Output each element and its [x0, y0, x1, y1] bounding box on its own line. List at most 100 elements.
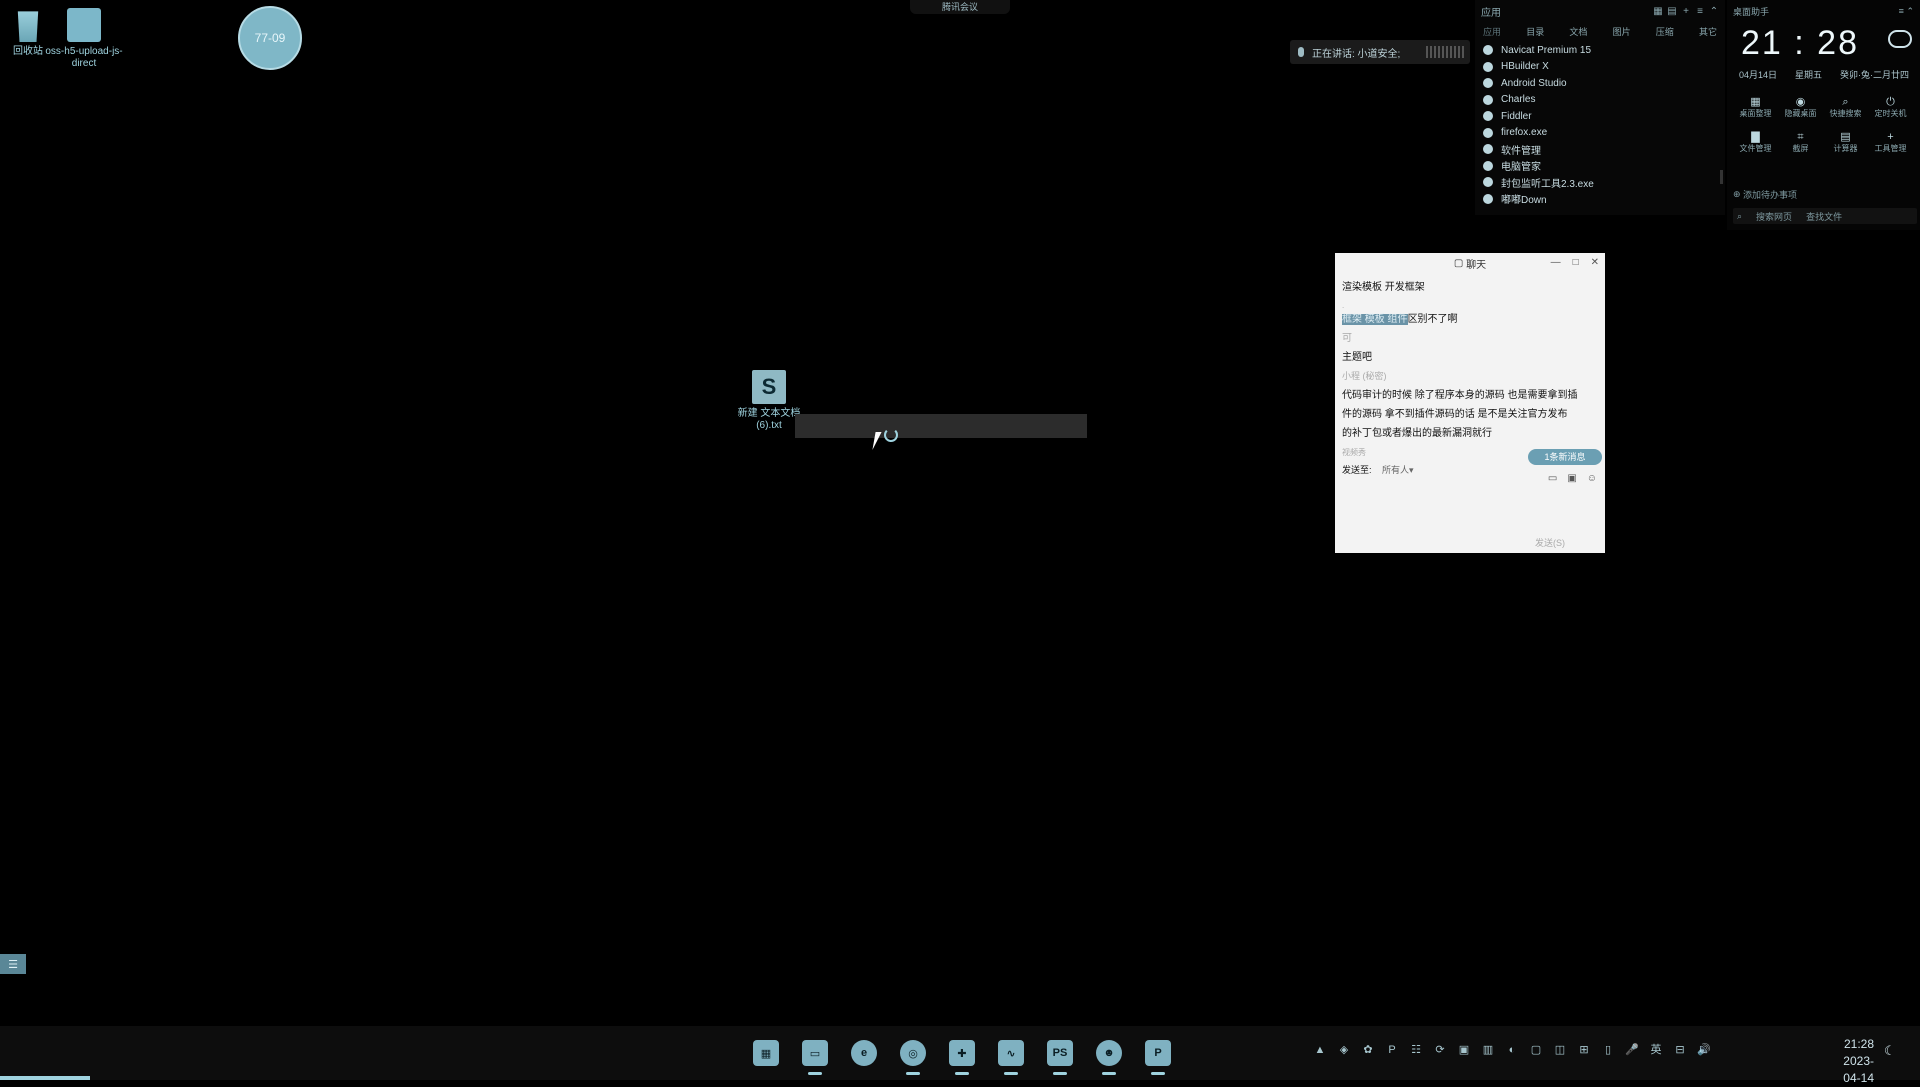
folder-icon[interactable]: ▭ [1548, 473, 1557, 484]
search-placeholder: 搜索网页 [1756, 211, 1793, 222]
tray-windows-icon[interactable]: ⊞ [1576, 1042, 1592, 1058]
plus-icon: + [1887, 131, 1894, 143]
desktop-widget[interactable]: 77-09 [238, 6, 302, 70]
tray-box-icon[interactable]: ▣ [1456, 1042, 1472, 1058]
app-launcher-panel: 应用 ▦ ▤ + ≡ ⌃ 应用 目录 文档 图片 压缩 其它 Navicat Premi… [1475, 0, 1725, 215]
notification-moon-icon[interactable]: ☾ [1884, 1043, 1902, 1061]
tray-grid-icon[interactable]: ☷ [1408, 1042, 1424, 1058]
tray-display-icon[interactable]: ◫ [1552, 1042, 1568, 1058]
launcher-app-item[interactable]: firefox.exe [1483, 125, 1717, 142]
tab-archives[interactable]: 压缩 [1656, 25, 1674, 38]
launcher-app-item[interactable]: 嘟嘟Down [1483, 191, 1717, 208]
tab-documents[interactable]: 文档 [1569, 25, 1587, 38]
recycle-bin-icon [17, 11, 39, 42]
user-icon[interactable]: ☺ [1587, 473, 1597, 484]
chat-message: 件的源码 拿不到插件源码的话 是不是关注官方发布 [1342, 409, 1568, 420]
tray-half-circle-icon[interactable]: ◐ [1504, 1042, 1520, 1058]
send-to-select[interactable]: 所有人 [1382, 465, 1409, 475]
send-button[interactable]: 发送(S) [1535, 536, 1565, 549]
input-method-icon[interactable]: 英 [1648, 1042, 1664, 1058]
tray-shield-icon[interactable]: ◈ [1336, 1042, 1352, 1058]
tray-window-icon[interactable]: ▥ [1480, 1042, 1496, 1058]
meeting-bar[interactable]: 腾讯会议 [910, 0, 1010, 14]
taskbar-chrome[interactable]: ◎ [895, 1035, 931, 1075]
tool-desktop-organize[interactable]: ▦ 桌面整理 [1733, 96, 1778, 119]
tray-monitor-icon[interactable]: ▢ [1528, 1042, 1544, 1058]
close-icon[interactable]: ✕ [1591, 257, 1599, 268]
tool-manage[interactable]: + 工具管理 [1868, 131, 1913, 154]
tray-flower-icon[interactable]: ✿ [1360, 1042, 1376, 1058]
launcher-app-item[interactable]: 封包监听工具2.3.exe [1483, 174, 1717, 191]
chat-message: 渲染模板 开发框架 [1342, 282, 1425, 293]
tab-other[interactable]: 其它 [1699, 25, 1717, 38]
menu-icon[interactable]: ≡ [1695, 6, 1705, 17]
minimize-icon[interactable]: — [1551, 257, 1561, 268]
crop-icon: ⌗ [1797, 131, 1804, 143]
collapse-icon[interactable]: ⌃ [1906, 6, 1914, 16]
tray-sync-icon[interactable]: ⟳ [1432, 1042, 1448, 1058]
taskbar-clock[interactable]: 21:28 2023-04-14 [1826, 1036, 1874, 1087]
chat-sender: 小程 (秘密) [1342, 371, 1387, 381]
taskbar-edge[interactable]: e [846, 1035, 882, 1071]
tab-images[interactable]: 图片 [1613, 25, 1631, 38]
tab-apps[interactable]: 应用 [1483, 25, 1501, 38]
tool-timed-shutdown[interactable]: ⏻ 定时关机 [1868, 96, 1913, 119]
launcher-app-label: 嘟嘟Down [1501, 195, 1547, 207]
find-files-label[interactable]: 查找文件 [1806, 210, 1842, 223]
launcher-app-item[interactable]: 电脑管家 [1483, 158, 1717, 175]
taskbar-phpstorm[interactable]: PS [1042, 1035, 1078, 1075]
grid-view-icon[interactable]: ▦ [1653, 6, 1663, 17]
tool-label: 快捷搜索 [1829, 109, 1862, 118]
add-icon[interactable]: + [1681, 6, 1691, 17]
launcher-app-item[interactable]: Charles [1483, 92, 1717, 109]
image-icon[interactable]: ▣ [1567, 473, 1576, 484]
maximize-icon[interactable]: □ [1573, 257, 1579, 268]
tool-calculator[interactable]: ▤ 计算器 [1823, 131, 1868, 154]
chat-message: 代码审计的时候 除了程序本身的源码 也是需要拿到插 [1342, 390, 1578, 401]
taskbar-file-explorer[interactable]: ▭ [797, 1035, 833, 1075]
launcher-app-item[interactable]: Navicat Premium 15 [1483, 42, 1717, 59]
tray-overflow-icon[interactable]: ▲ [1312, 1042, 1328, 1058]
tool-file-manager[interactable]: ▇ 文件管理 [1733, 131, 1778, 154]
taskbar-tool[interactable]: ✚ [944, 1035, 980, 1075]
todo-row[interactable]: ⊕ 添加待办事项 [1733, 186, 1913, 202]
taskbar-qq[interactable]: ☻ [1091, 1035, 1127, 1075]
collapse-icon[interactable]: ⌃ [1709, 6, 1719, 17]
tool-quick-search[interactable]: ⌕ 快捷搜索 [1823, 96, 1868, 119]
tool-label: 截屏 [1792, 144, 1809, 153]
phpstorm-icon: PS [1047, 1040, 1073, 1066]
list-toggle-button[interactable]: ☰ [0, 954, 26, 974]
chat-titlebar[interactable]: ▢ 聊天 — □ ✕ [1335, 253, 1605, 273]
tool-label: 文件管理 [1739, 144, 1772, 153]
network-icon[interactable]: ⊟ [1672, 1042, 1688, 1058]
launcher-app-item[interactable]: HBuilder X [1483, 59, 1717, 76]
tray-phone-icon[interactable]: ▯ [1600, 1042, 1616, 1058]
launcher-app-item[interactable]: Fiddler [1483, 108, 1717, 125]
tool-screenshot[interactable]: ⌗ 截屏 [1778, 131, 1823, 154]
launcher-app-item[interactable]: 软件管理 [1483, 141, 1717, 158]
tab-folders[interactable]: 目录 [1526, 25, 1544, 38]
app-icon [1483, 61, 1493, 72]
chat-toolbar: ▭ ▣ ☺ [1548, 473, 1597, 484]
chevron-down-icon: ▾ [1409, 465, 1414, 475]
desktop-icon-folder[interactable]: oss-h5-upload-js-direct [44, 8, 124, 70]
menu-icon[interactable]: ≡ [1899, 6, 1904, 16]
send-to-label: 发送至: [1342, 465, 1372, 475]
launcher-app-item[interactable]: Android Studio [1483, 75, 1717, 92]
tool-hide-desktop[interactable]: ◉ 隐藏桌面 [1778, 96, 1823, 119]
taskbar-start[interactable]: ▦ [748, 1035, 784, 1071]
weather-cloud-icon[interactable] [1888, 30, 1912, 48]
microphone-icon[interactable]: 🎤 [1624, 1042, 1640, 1058]
speaking-indicator: 正在讲话: 小道安全; [1290, 40, 1470, 64]
search-icon: ⌕ [1842, 96, 1849, 108]
list-view-icon[interactable]: ▤ [1667, 6, 1677, 17]
web-search-input[interactable]: ⌕ 搜索网页 查找文件 [1733, 208, 1917, 224]
taskbar-p-app[interactable]: P [1140, 1035, 1176, 1075]
qq-icon: ☻ [1096, 1040, 1122, 1066]
launcher-app-label: Charles [1501, 94, 1536, 106]
tray-p-icon[interactable]: P [1384, 1042, 1400, 1058]
taskbar-meeting[interactable]: ∿ [993, 1035, 1029, 1075]
launcher-scrollbar[interactable] [1720, 170, 1723, 184]
volume-icon[interactable]: 🔊 [1696, 1042, 1712, 1058]
assistant-tools: ▦ 桌面整理 ◉ 隐藏桌面 ⌕ 快捷搜索 ⏻ 定时关机 ▇ 文件管理 ⌗ 截屏 ▤ 计算器 +… [1733, 96, 1913, 154]
